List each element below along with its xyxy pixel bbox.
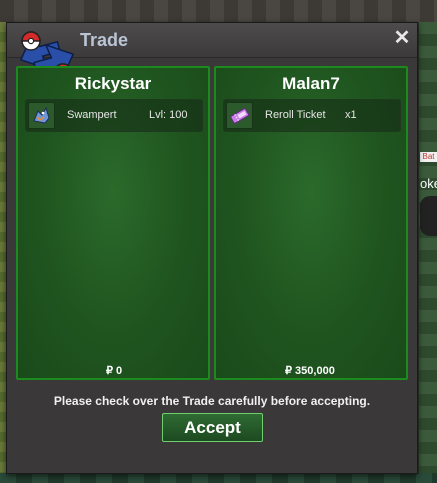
side-tag: Bat (420, 152, 437, 162)
side-sprite (420, 196, 437, 236)
accept-button[interactable]: Accept (162, 413, 263, 442)
window-title: Trade (80, 30, 129, 50)
left-item-name: Swampert (67, 109, 117, 121)
close-button[interactable]: ✕ (392, 28, 412, 48)
left-item-level: Lvl: 100 (149, 109, 188, 121)
right-item-name: Reroll Ticket (265, 109, 326, 121)
right-player-name: Malan7 (282, 74, 340, 93)
left-offer-item[interactable]: Swampert Lvl: 100 (25, 99, 203, 132)
right-item-quantity: x1 (345, 109, 357, 121)
left-money: ₽ 0 (106, 365, 123, 377)
trade-window: Trade ✕ Rickystar Swampert Lvl: 100 ₽ 0 … (6, 22, 418, 474)
side-text: oke (420, 176, 437, 191)
pokemon-icon (28, 102, 55, 129)
map-tiles-right (419, 22, 437, 483)
map-tiles-bottom (0, 473, 437, 483)
right-money: ₽ 350,000 (285, 365, 335, 377)
right-offer-item[interactable]: Reroll Ticket x1 (223, 99, 401, 132)
right-offer-panel: Malan7 Reroll Ticket x1 ₽ 350,000 (214, 66, 408, 380)
ticket-icon (226, 102, 253, 129)
trade-panels: Rickystar Swampert Lvl: 100 ₽ 0 Malan7 R… (16, 66, 410, 382)
left-offer-panel: Rickystar Swampert Lvl: 100 ₽ 0 (16, 66, 210, 380)
map-tiles-top (0, 0, 437, 22)
left-player-name: Rickystar (74, 74, 152, 93)
trade-notice: Please check over the Trade carefully be… (53, 394, 371, 408)
